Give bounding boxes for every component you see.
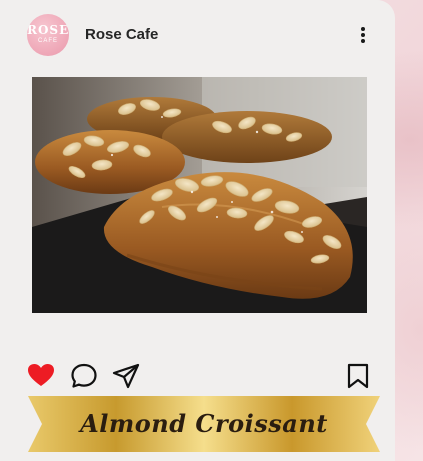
- post-header: ROSE CAFE Rose Cafe: [0, 0, 395, 70]
- caption-banner: Almond Croissant: [28, 396, 380, 452]
- paper-plane-icon[interactable]: [112, 362, 140, 390]
- caption-title: Almond Croissant: [80, 409, 328, 438]
- comment-bubble-icon[interactable]: [70, 362, 98, 390]
- heart-icon[interactable]: [27, 362, 55, 390]
- post-card: ROSE CAFE Rose Cafe Almond Croissant: [0, 0, 395, 461]
- post-image[interactable]: [32, 77, 367, 313]
- avatar-logo-subtext: CAFE: [37, 38, 58, 44]
- post-actions: [0, 358, 395, 394]
- bookmark-icon[interactable]: [344, 362, 372, 390]
- username[interactable]: Rose Cafe: [85, 26, 158, 43]
- avatar[interactable]: ROSE CAFE: [27, 14, 69, 56]
- more-vertical-icon[interactable]: [355, 24, 371, 46]
- avatar-logo-text: ROSE: [27, 23, 69, 37]
